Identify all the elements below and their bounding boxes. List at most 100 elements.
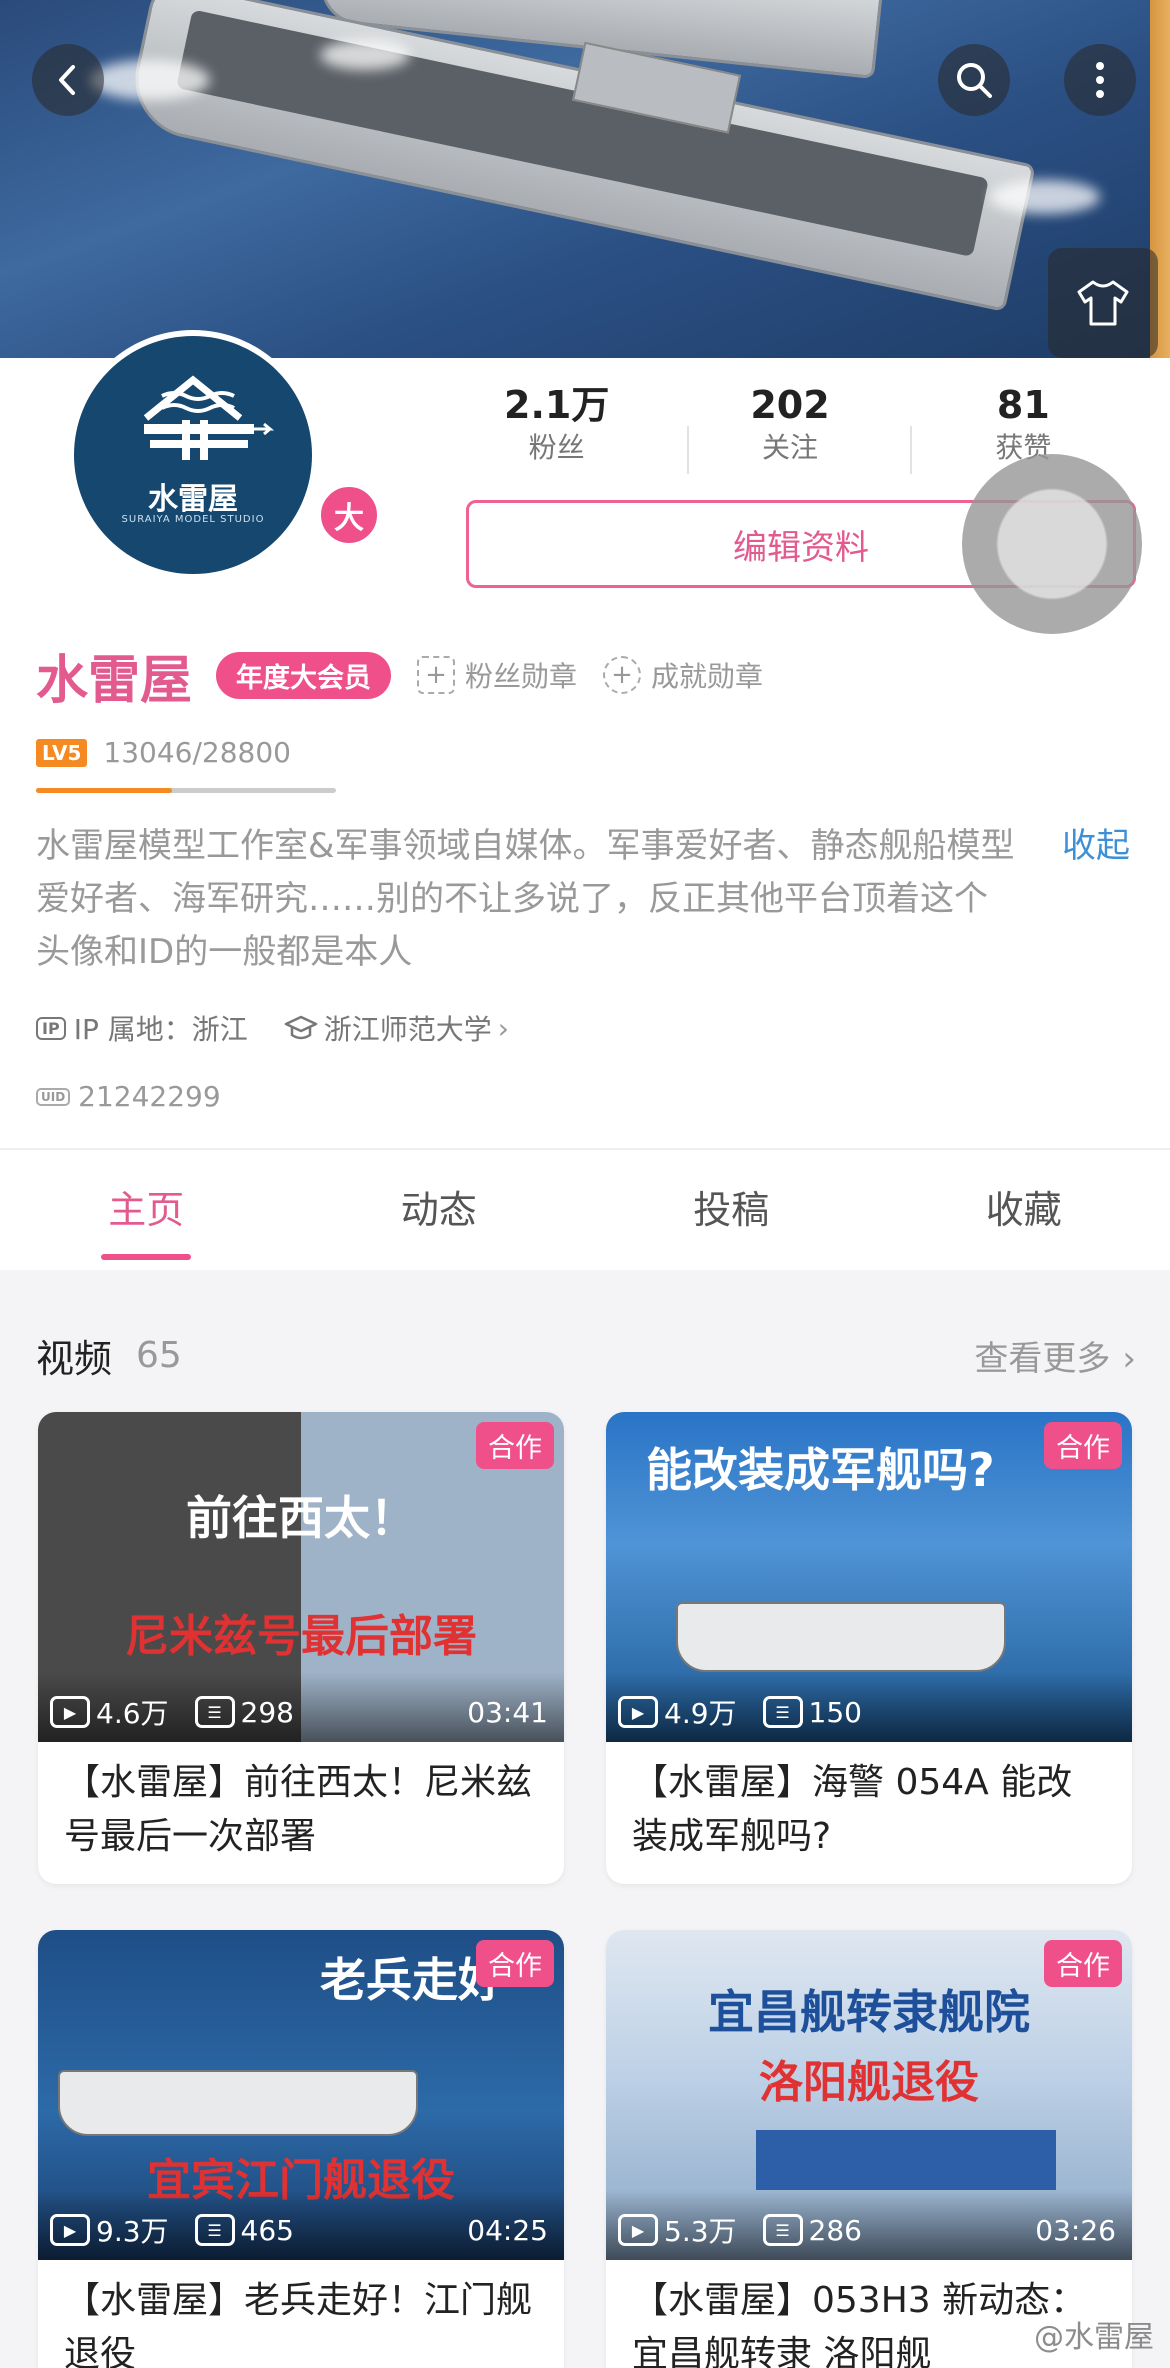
video-duration: 04:25 bbox=[467, 2213, 548, 2247]
add-medal-icon: + bbox=[417, 656, 456, 694]
name-row: 水雷屋 年度大会员 + 粉丝勋章 + 成就勋章 bbox=[36, 640, 763, 711]
profile-meta: IP IP 属地：浙江 浙江师范大学 › bbox=[36, 1008, 509, 1048]
thumbnail-redline: 洛阳舰退役 bbox=[759, 2057, 979, 2108]
tab-submissions[interactable]: 投稿 bbox=[585, 1150, 878, 1270]
level-progress-bar bbox=[36, 788, 336, 793]
stat-likes[interactable]: 81 获赞 bbox=[907, 380, 1140, 470]
video-card[interactable]: 宜昌舰转隶舰院 洛阳舰退役 合作 ▶ 5.3万 ☰ 286 03:26 【水雷屋… bbox=[606, 1930, 1132, 2368]
search-button[interactable] bbox=[938, 44, 1010, 116]
add-achievement-icon: + bbox=[603, 656, 642, 694]
video-card[interactable]: 老兵走好 宜宾江门舰退役 合作 ▶ 9.3万 ☰ 465 04:25 【水雷屋】… bbox=[38, 1930, 564, 2368]
profile-tabs: 主页 动态 投稿 收藏 bbox=[0, 1148, 1170, 1270]
video-duration: 03:41 bbox=[467, 1695, 548, 1729]
video-stats: ▶ 4.9万 ☰ 150 bbox=[618, 1692, 1116, 1732]
level-row[interactable]: LV5 13046/28800 bbox=[36, 736, 291, 769]
level-progress-text: 13046/28800 bbox=[103, 736, 291, 769]
avatar-logo-text: 水雷屋 bbox=[148, 482, 238, 517]
uid-row: UID 21242299 bbox=[36, 1080, 221, 1113]
avatar-logo-subtext: SURAIYA MODEL STUDIO bbox=[121, 514, 265, 525]
ip-icon: IP bbox=[36, 1016, 66, 1040]
official-badge: 大 bbox=[316, 482, 382, 548]
play-icon: ▶ bbox=[50, 2214, 90, 2246]
section-count: 65 bbox=[136, 1334, 182, 1376]
fans-medal-label: 粉丝勋章 bbox=[465, 660, 578, 693]
comment-count: 286 bbox=[808, 2213, 862, 2247]
video-stats: ▶ 4.6万 ☰ 298 03:41 bbox=[50, 1692, 548, 1732]
video-card[interactable]: 能改装成军舰吗? 合作 ▶ 4.9万 ☰ 150 【水雷屋】海警 054A 能改… bbox=[606, 1412, 1132, 1884]
stat-value: 2.1万 bbox=[504, 383, 610, 427]
stat-value: 202 bbox=[750, 383, 830, 427]
chevron-right-icon: › bbox=[1122, 1338, 1136, 1379]
chevron-right-icon: › bbox=[497, 1011, 509, 1045]
divider bbox=[910, 426, 912, 474]
comment-count: 298 bbox=[240, 1695, 294, 1729]
uid-icon: UID bbox=[36, 1087, 71, 1106]
play-count: 4.6万 bbox=[96, 1697, 169, 1730]
ship-image bbox=[676, 1602, 1006, 1672]
play-count: 4.9万 bbox=[664, 1697, 737, 1730]
profile-section: 水雷屋 SURAIYA MODEL STUDIO 大 2.1万 粉丝 202 关… bbox=[0, 330, 1170, 1148]
video-thumbnail: 老兵走好 宜宾江门舰退役 合作 ▶ 9.3万 ☰ 465 04:25 bbox=[38, 1930, 564, 2260]
danmaku-icon: ☰ bbox=[762, 2214, 803, 2246]
search-icon bbox=[957, 63, 992, 98]
tab-dynamic[interactable]: 动态 bbox=[293, 1150, 586, 1270]
more-vertical-icon bbox=[1096, 62, 1104, 98]
avatar[interactable]: 水雷屋 SURAIYA MODEL STUDIO 大 bbox=[68, 330, 382, 580]
section-title: 视频 bbox=[36, 1336, 113, 1381]
collab-tag: 合作 bbox=[1044, 1940, 1122, 1987]
profile-bio: 水雷屋模型工作室&军事领域自媒体。军事爱好者、静态舰船模型爱好者、海军研究……别… bbox=[36, 826, 1015, 972]
stat-fans[interactable]: 2.1万 粉丝 bbox=[440, 380, 673, 470]
tab-home[interactable]: 主页 bbox=[0, 1150, 293, 1270]
school-link[interactable]: 浙江师范大学 bbox=[324, 1008, 492, 1048]
view-more-label: 查看更多 bbox=[974, 1338, 1111, 1379]
danmaku-icon: ☰ bbox=[762, 1696, 803, 1728]
banner-image bbox=[756, 2130, 1056, 2190]
tab-favorites[interactable]: 收藏 bbox=[878, 1150, 1170, 1270]
level-badge: LV5 bbox=[36, 738, 88, 767]
video-stats: ▶ 9.3万 ☰ 465 04:25 bbox=[50, 2210, 548, 2250]
stat-label: 关注 bbox=[761, 431, 818, 464]
uid-value[interactable]: 21242299 bbox=[78, 1080, 221, 1113]
skin-button[interactable] bbox=[1048, 248, 1158, 358]
stat-following[interactable]: 202 关注 bbox=[673, 380, 906, 470]
video-thumbnail: 前往西太！ 尼米兹号最后部署 合作 ▶ 4.6万 ☰ 298 03:41 bbox=[38, 1412, 564, 1742]
collapse-bio-link[interactable]: 收起 bbox=[1062, 820, 1130, 873]
video-thumbnail: 宜昌舰转隶舰院 洛阳舰退役 合作 ▶ 5.3万 ☰ 286 03:26 bbox=[606, 1930, 1132, 2260]
thumbnail-headline: 前往西太！ bbox=[186, 1491, 416, 1545]
vip-badge[interactable]: 年度大会员 bbox=[216, 651, 392, 699]
video-title: 【水雷屋】前往西太！尼米兹号最后一次部署 bbox=[64, 1762, 533, 1857]
video-duration: 03:26 bbox=[1035, 2213, 1116, 2247]
achievement-medal-label: 成就勋章 bbox=[651, 660, 764, 693]
divider bbox=[687, 426, 689, 474]
tshirt-icon bbox=[1077, 280, 1129, 326]
back-button[interactable] bbox=[32, 44, 104, 116]
play-icon: ▶ bbox=[618, 2214, 658, 2246]
ip-location: IP 属地：浙江 bbox=[73, 1013, 248, 1046]
video-card[interactable]: 前往西太！ 尼米兹号最后部署 合作 ▶ 4.6万 ☰ 298 03:41 【水雷… bbox=[38, 1412, 564, 1884]
studio-logo-icon bbox=[143, 375, 275, 460]
videos-section-header: 视频 65 查看更多 › bbox=[36, 1320, 1136, 1390]
fans-medal-button[interactable]: + 粉丝勋章 bbox=[417, 655, 577, 695]
more-button[interactable] bbox=[1064, 44, 1136, 116]
comment-count: 150 bbox=[808, 1695, 862, 1729]
play-icon: ▶ bbox=[618, 1696, 658, 1728]
graduation-cap-icon bbox=[284, 1015, 317, 1040]
level-progress-fill bbox=[36, 788, 172, 793]
video-title: 【水雷屋】老兵走好！江门舰退役 bbox=[64, 2280, 533, 2368]
comment-count: 465 bbox=[240, 2213, 294, 2247]
stat-label: 粉丝 bbox=[528, 431, 585, 464]
thumbnail-redline: 尼米兹号最后部署 bbox=[125, 1611, 477, 1662]
achievement-medal-button[interactable]: + 成就勋章 bbox=[603, 655, 763, 695]
video-stats: ▶ 5.3万 ☰ 286 03:26 bbox=[618, 2210, 1116, 2250]
touch-ripple bbox=[962, 454, 1142, 634]
collab-tag: 合作 bbox=[1044, 1422, 1122, 1469]
profile-name: 水雷屋 bbox=[36, 650, 193, 711]
watermark: @水雷屋 bbox=[1034, 2320, 1154, 2355]
play-count: 5.3万 bbox=[664, 2215, 737, 2248]
ship-image bbox=[58, 2070, 418, 2136]
collab-tag: 合作 bbox=[476, 1422, 554, 1469]
view-more-link[interactable]: 查看更多 › bbox=[974, 1331, 1136, 1380]
danmaku-icon: ☰ bbox=[194, 1696, 235, 1728]
stat-value: 81 bbox=[996, 383, 1050, 427]
danmaku-icon: ☰ bbox=[194, 2214, 235, 2246]
